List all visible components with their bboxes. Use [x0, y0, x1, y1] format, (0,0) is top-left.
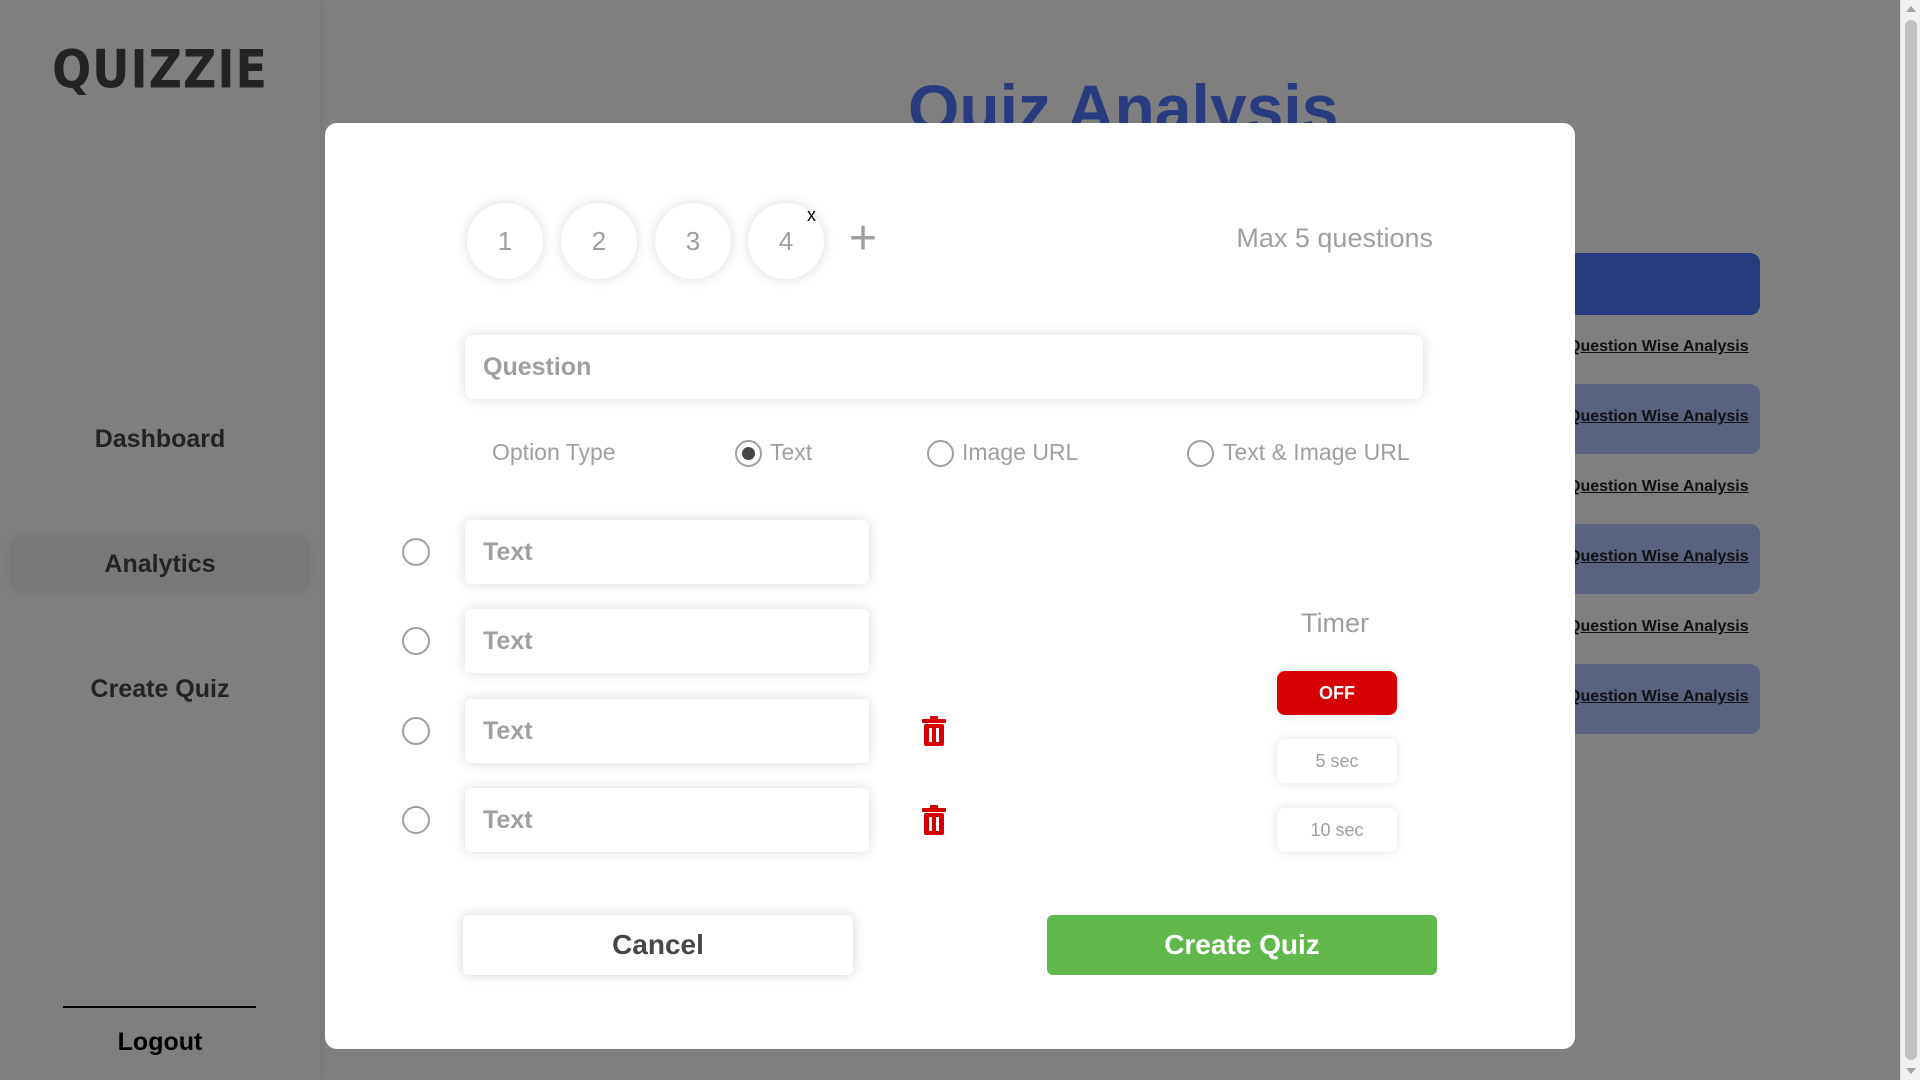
option-2-correct-radio[interactable]	[402, 627, 430, 655]
scroll-down-icon[interactable]	[1906, 1068, 1916, 1074]
timer-10-sec-button[interactable]: 10 sec	[1277, 808, 1397, 852]
timer-5-sec-button[interactable]: 5 sec	[1277, 739, 1397, 783]
scrollbar-thumb[interactable]	[1905, 20, 1917, 1060]
option-4-correct-radio[interactable]	[402, 806, 430, 834]
question-tab-2[interactable]: 2	[561, 203, 637, 279]
question-tab-3[interactable]: 3	[655, 203, 731, 279]
option-1-correct-radio[interactable]	[402, 538, 430, 566]
page-scrollbar[interactable]	[1900, 0, 1920, 1080]
option-3-input[interactable]	[465, 699, 869, 763]
option-type-text-radio[interactable]	[735, 440, 762, 467]
add-question-button[interactable]: +	[849, 215, 877, 263]
scroll-up-icon[interactable]	[1906, 6, 1916, 12]
option-type-image-url-radio[interactable]	[927, 440, 954, 467]
create-quiz-button[interactable]: Create Quiz	[1047, 915, 1437, 975]
option-3-correct-radio[interactable]	[402, 717, 430, 745]
timer-label: Timer	[1301, 608, 1369, 638]
option-type-text-image-url-radio[interactable]	[1187, 440, 1214, 467]
option-type-label: Option Type	[492, 439, 616, 465]
cancel-button[interactable]: Cancel	[463, 915, 853, 975]
remove-question-icon[interactable]: x	[807, 205, 816, 226]
option-type-text-image-url-label[interactable]: Text & Image URL	[1223, 439, 1410, 466]
trash-icon[interactable]	[921, 716, 947, 746]
question-input[interactable]	[465, 335, 1423, 399]
option-type-text-label[interactable]: Text	[770, 439, 812, 466]
option-2-input[interactable]	[465, 609, 869, 673]
question-tab-1[interactable]: 1	[467, 203, 543, 279]
option-1-input[interactable]	[465, 520, 869, 584]
trash-icon[interactable]	[921, 805, 947, 835]
option-4-input[interactable]	[465, 788, 869, 852]
timer-off-button[interactable]: OFF	[1277, 671, 1397, 715]
create-quiz-modal: 1 2 3 4 x + Max 5 questions Option Type …	[325, 123, 1575, 1049]
max-questions-note: Max 5 questions	[1236, 223, 1433, 253]
option-type-image-url-label[interactable]: Image URL	[962, 439, 1078, 466]
